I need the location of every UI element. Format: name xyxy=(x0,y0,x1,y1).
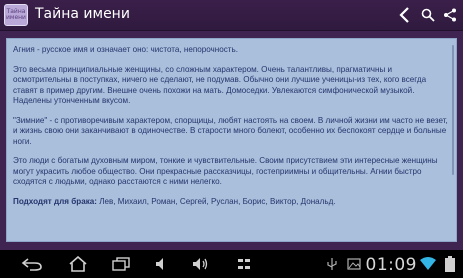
wifi-status-icon xyxy=(418,250,438,278)
app-icon[interactable]: Тайна имени xyxy=(4,4,28,26)
paragraph-spiritual: Это люди с богатым духовным миром, тонки… xyxy=(13,156,438,186)
menu-button[interactable] xyxy=(232,250,256,278)
volume-up-button[interactable] xyxy=(188,250,214,278)
recent-apps-icon xyxy=(112,257,130,271)
paragraph-winter: "Зимние" - с противоречивым характером, … xyxy=(13,115,448,146)
article-panel[interactable]: Агния - русское имя и означает оно: чист… xyxy=(6,38,457,242)
image-icon xyxy=(347,258,361,270)
volume-up-icon xyxy=(193,258,208,270)
action-bar: Тайна имени Тайна имени xyxy=(0,0,463,31)
usb-icon xyxy=(327,258,337,270)
chevron-left-icon xyxy=(399,7,409,23)
marriage-names: Лев, Михаил, Роман, Сергей, Руслан, Бори… xyxy=(96,196,336,206)
clock: 01:09 xyxy=(365,255,417,275)
nav-home-button[interactable] xyxy=(64,250,92,278)
search-icon xyxy=(421,8,435,22)
usb-status-icon xyxy=(322,250,342,278)
nav-recents-button[interactable] xyxy=(108,250,134,278)
battery-status-icon xyxy=(440,250,460,278)
wifi-icon xyxy=(420,257,436,270)
paragraph-marriage: Подходят для брака: Лев, Михаил, Роман, … xyxy=(13,197,450,208)
home-icon xyxy=(69,256,87,272)
scrollbar[interactable] xyxy=(452,45,454,175)
share-button[interactable] xyxy=(440,0,460,30)
marriage-label: Подходят для брака: xyxy=(13,196,97,206)
paragraph-character: Это весьма принципиальные женщины, со сл… xyxy=(13,64,427,106)
system-bar: 01:09 xyxy=(0,250,463,278)
gallery-status-icon xyxy=(344,250,364,278)
back-button[interactable] xyxy=(396,0,414,30)
app-icon-text: Тайна имени xyxy=(6,8,26,21)
back-arrow-icon xyxy=(21,258,42,271)
page-title: Тайна имени xyxy=(35,6,130,22)
paragraph-meaning: Агния - русское имя и означает оно: чист… xyxy=(13,45,238,54)
menu-icon xyxy=(238,259,250,269)
nav-back-button[interactable] xyxy=(18,250,46,278)
share-icon xyxy=(444,8,456,22)
search-button[interactable] xyxy=(419,0,437,30)
battery-icon xyxy=(445,256,455,272)
volume-down-button[interactable] xyxy=(150,250,174,278)
volume-down-icon xyxy=(156,258,163,270)
